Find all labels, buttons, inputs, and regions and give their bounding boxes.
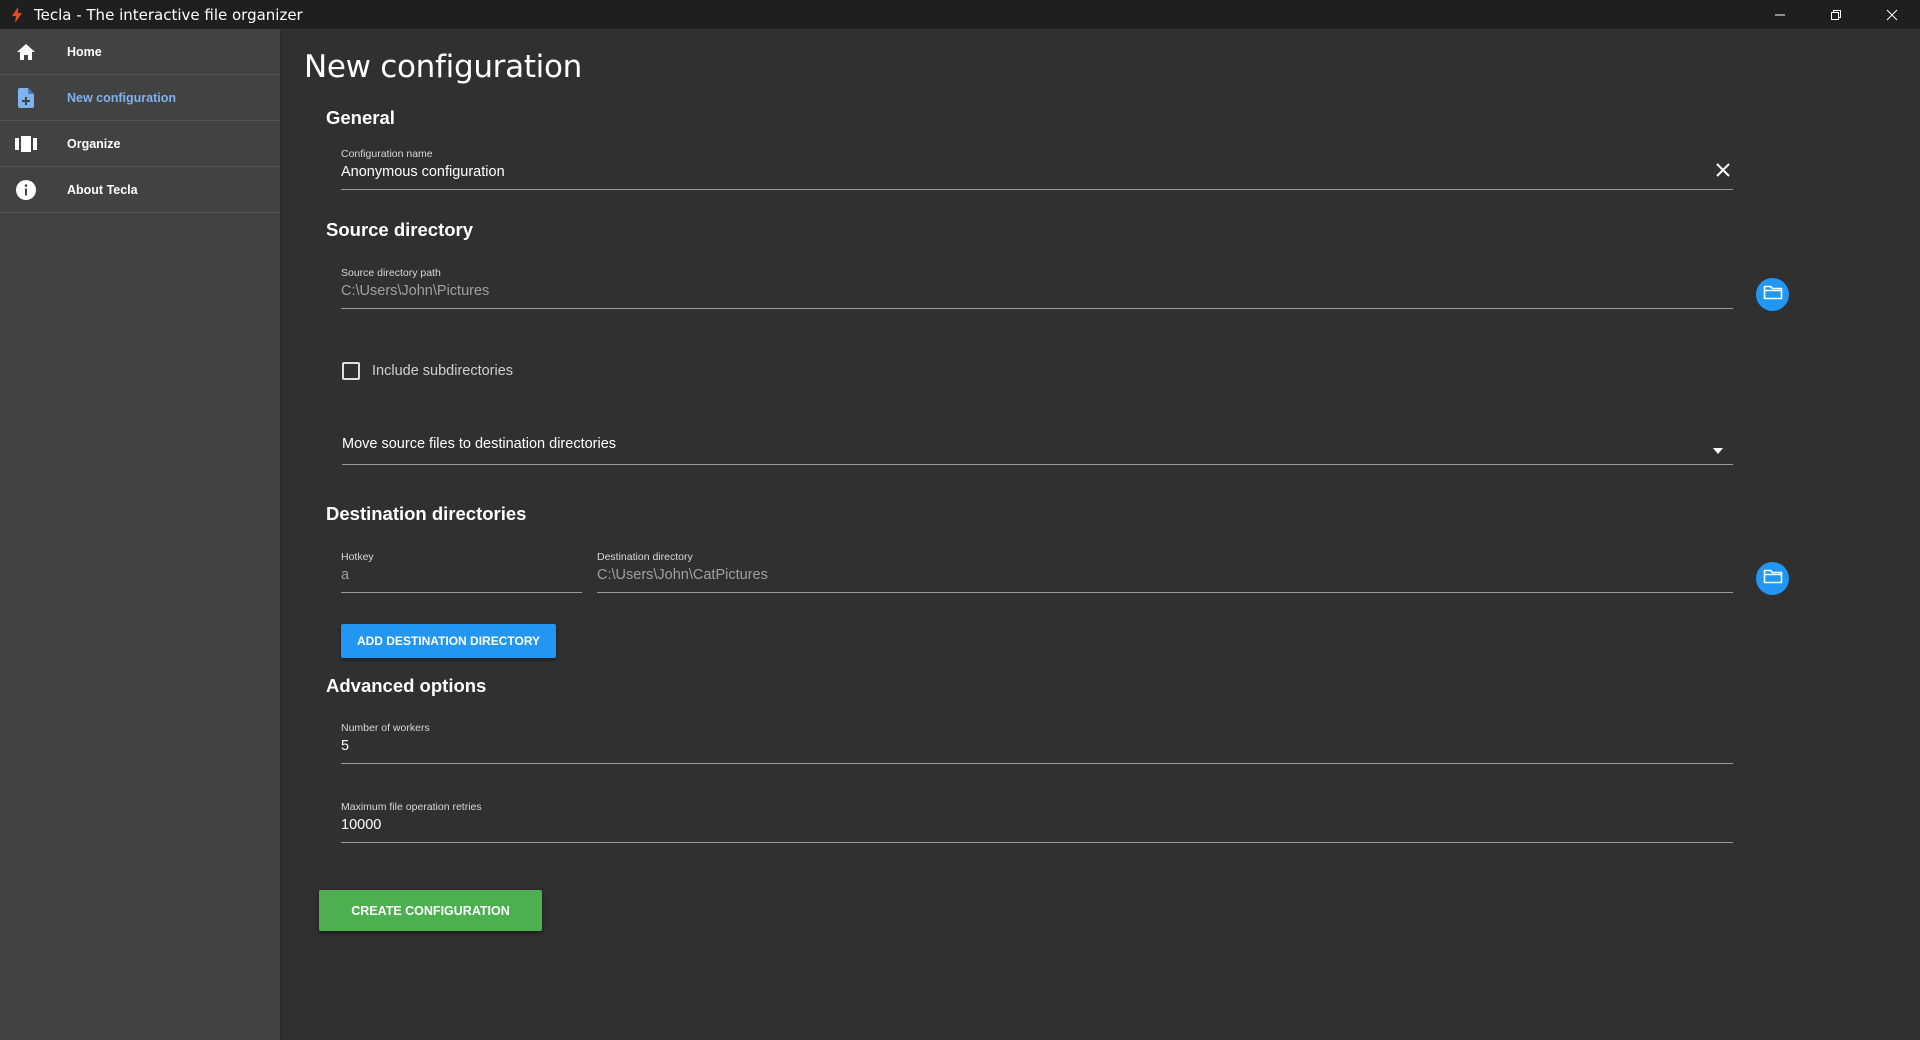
max-retries-field[interactable]: Maximum file operation retries 10000 [341, 801, 1733, 843]
folder-icon [1763, 284, 1783, 305]
section-title-destination: Destination directories [326, 503, 527, 524]
source-directory-label: Source directory path [341, 267, 441, 279]
lightning-bolt-icon [0, 6, 34, 23]
new-file-icon [0, 87, 52, 108]
info-icon [0, 179, 52, 200]
hotkey-input[interactable]: a [341, 565, 582, 585]
browse-destination-folder-button[interactable] [1756, 562, 1789, 595]
title-bar: Tecla - The interactive file organizer [0, 0, 1920, 29]
configuration-name-field[interactable]: Configuration name Anonymous configurati… [341, 148, 1733, 190]
clear-icon[interactable] [1713, 160, 1733, 180]
hotkey-field[interactable]: Hotkey a [341, 551, 582, 593]
source-directory-input[interactable]: C:\Users\John\Pictures [341, 281, 1733, 301]
section-title-advanced: Advanced options [326, 675, 487, 696]
number-of-workers-input[interactable]: 5 [341, 736, 1733, 756]
main-content: New configuration General Configuration … [282, 29, 1920, 1040]
sidebar-item-home[interactable]: Home [0, 29, 280, 75]
number-of-workers-field[interactable]: Number of workers 5 [341, 722, 1733, 764]
section-title-general: General [326, 107, 395, 128]
minimize-button[interactable] [1752, 0, 1808, 29]
add-destination-directory-button[interactable]: ADD DESTINATION DIRECTORY [341, 624, 556, 658]
sidebar-item-about[interactable]: About Tecla [0, 167, 280, 213]
field-underline [341, 842, 1733, 843]
field-underline [341, 592, 582, 593]
hotkey-label: Hotkey [341, 551, 374, 563]
sidebar-item-new-configuration[interactable]: New configuration [0, 75, 280, 121]
sidebar-item-label: Organize [67, 136, 121, 151]
sidebar-item-organize[interactable]: Organize [0, 121, 280, 167]
field-underline [597, 592, 1733, 593]
destination-directory-field[interactable]: Destination directory C:\Users\John\CatP… [597, 551, 1733, 593]
view-carousel-icon [0, 135, 52, 152]
page-title: New configuration [304, 49, 583, 85]
source-directory-field[interactable]: Source directory path C:\Users\John\Pict… [341, 267, 1733, 309]
max-retries-label: Maximum file operation retries [341, 801, 482, 813]
section-title-source: Source directory [326, 219, 474, 240]
sidebar-item-label: New configuration [67, 90, 177, 105]
dropdown-arrow-icon [1713, 441, 1723, 459]
sidebar-item-label: About Tecla [67, 182, 138, 197]
destination-directory-input[interactable]: C:\Users\John\CatPictures [597, 565, 1733, 585]
sidebar: Home New configuration Organize About Te… [0, 29, 281, 1040]
window-controls [1752, 0, 1920, 29]
file-operation-select[interactable]: Move source files to destination directo… [342, 433, 1733, 465]
max-retries-input[interactable]: 10000 [341, 815, 1733, 835]
window-title: Tecla - The interactive file organizer [34, 5, 303, 24]
configuration-name-input[interactable]: Anonymous configuration [341, 162, 1733, 182]
configuration-name-label: Configuration name [341, 148, 433, 160]
destination-directory-label: Destination directory [597, 551, 693, 563]
close-window-button[interactable] [1864, 0, 1920, 29]
create-configuration-button[interactable]: CREATE CONFIGURATION [319, 890, 542, 931]
field-underline [342, 464, 1733, 465]
restore-button[interactable] [1808, 0, 1864, 29]
file-operation-value: Move source files to destination directo… [342, 436, 617, 452]
folder-icon [1763, 568, 1783, 589]
field-underline [341, 189, 1733, 190]
include-subdirectories-label: Include subdirectories [372, 363, 514, 379]
browse-source-folder-button[interactable] [1756, 278, 1789, 311]
home-icon [0, 43, 52, 61]
include-subdirectories-checkbox-row[interactable]: Include subdirectories [342, 362, 513, 380]
field-underline [341, 763, 1733, 764]
number-of-workers-label: Number of workers [341, 722, 430, 734]
sidebar-item-label: Home [67, 44, 102, 59]
field-underline [341, 308, 1733, 309]
include-subdirectories-checkbox[interactable] [342, 362, 360, 380]
